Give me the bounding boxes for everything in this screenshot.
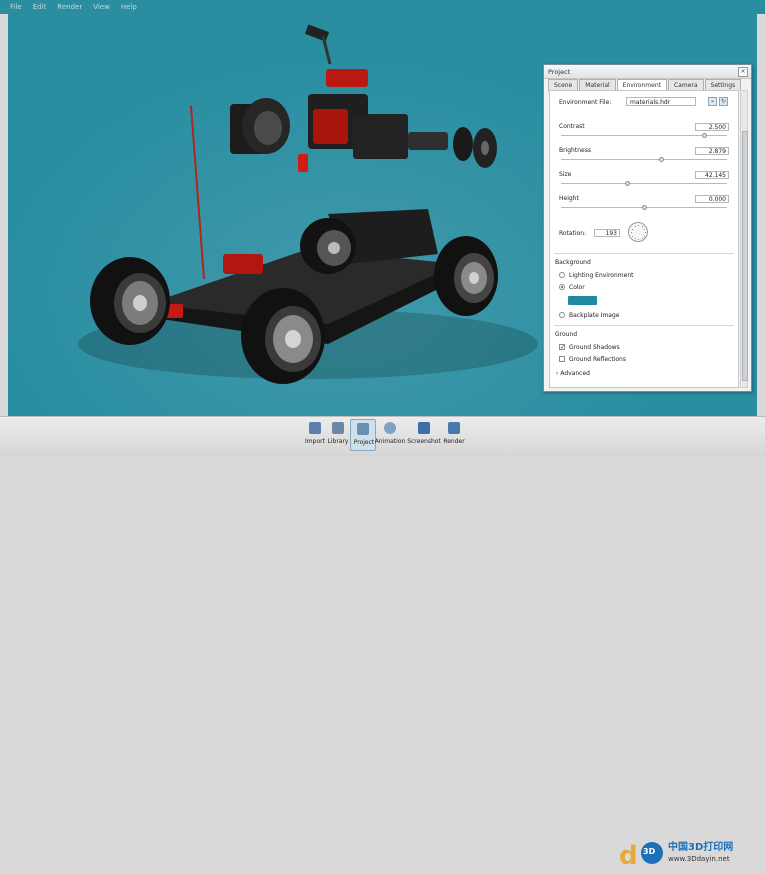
menu-render[interactable]: Render bbox=[57, 3, 82, 11]
panel-scrollbar[interactable] bbox=[740, 90, 748, 388]
contrast-slider-handle[interactable] bbox=[701, 133, 707, 138]
size-slider-handle[interactable] bbox=[625, 181, 631, 186]
watermark-logo: d 3D 中国3D打印网 www.3Ddayin.net bbox=[614, 834, 764, 872]
chevron-right-icon: › bbox=[556, 370, 559, 377]
brightness-label: Brightness bbox=[559, 147, 591, 154]
close-icon[interactable]: × bbox=[738, 67, 748, 77]
link-icon[interactable]: ⌁ bbox=[708, 97, 717, 106]
render-button[interactable]: Render bbox=[441, 419, 467, 451]
panel-titlebar[interactable]: Project × bbox=[544, 65, 751, 79]
height-value[interactable]: 0.000 bbox=[695, 195, 729, 203]
ground-reflections-checkbox[interactable] bbox=[559, 356, 565, 362]
advanced-toggle[interactable]: › Advanced bbox=[556, 370, 590, 377]
dial-tick bbox=[644, 235, 646, 237]
backplate-image-label: Backplate Image bbox=[569, 312, 620, 319]
dial-tick bbox=[631, 235, 633, 237]
bottom-toolbar: Import Library Project Animation Screens… bbox=[0, 416, 765, 871]
menu-view[interactable]: View bbox=[93, 3, 110, 11]
ground-shadows-label: Ground Shadows bbox=[569, 344, 620, 351]
dial-tick bbox=[631, 232, 632, 233]
divider bbox=[554, 253, 734, 254]
panel-title: Project bbox=[548, 68, 571, 76]
ground-shadows-checkbox[interactable]: ✓ bbox=[559, 344, 565, 351]
watermark-title: 中国3D打印网 bbox=[668, 842, 734, 853]
size-value[interactable]: 42.145 bbox=[695, 171, 729, 179]
screenshot-button[interactable]: Screenshot bbox=[407, 419, 441, 451]
brightness-slider[interactable] bbox=[561, 159, 727, 160]
environment-file-label: Environment File: bbox=[559, 99, 612, 106]
lighting-environment-label: Lighting Environment bbox=[569, 272, 634, 279]
animation-icon bbox=[384, 422, 396, 434]
background-heading: Background bbox=[555, 259, 591, 266]
watermark-url: www.3Ddayin.net bbox=[668, 855, 730, 863]
rotation-label: Rotation: bbox=[559, 230, 587, 237]
rotation-dial[interactable] bbox=[628, 222, 648, 242]
size-label: Size bbox=[559, 171, 572, 178]
menu-file[interactable]: File bbox=[10, 3, 22, 11]
panel-tabs: Scene Material Environment Camera Settin… bbox=[548, 79, 742, 92]
dial-tick bbox=[631, 228, 633, 230]
svg-text:d: d bbox=[619, 841, 638, 871]
project-panel: Project × Scene Material Environment Cam… bbox=[543, 64, 752, 392]
radio-lighting-environment[interactable] bbox=[559, 272, 565, 278]
dial-tick bbox=[634, 238, 636, 240]
import-icon bbox=[309, 422, 321, 434]
library-icon bbox=[332, 422, 344, 434]
scrollbar-thumb[interactable] bbox=[742, 131, 748, 381]
divider bbox=[554, 325, 734, 326]
background-color-swatch[interactable] bbox=[568, 296, 597, 305]
size-slider[interactable] bbox=[561, 183, 727, 184]
dial-tick bbox=[645, 232, 646, 233]
screenshot-icon bbox=[418, 422, 430, 434]
animation-button[interactable]: Animation bbox=[375, 419, 405, 451]
color-label: Color bbox=[569, 284, 585, 291]
dial-tick bbox=[644, 228, 646, 230]
radio-color[interactable] bbox=[559, 284, 565, 290]
dial-tick bbox=[641, 225, 643, 227]
contrast-value[interactable]: 2.500 bbox=[695, 123, 729, 131]
height-slider-handle[interactable] bbox=[642, 205, 647, 210]
brightness-slider-handle[interactable] bbox=[658, 157, 664, 162]
rotation-value[interactable]: 193 bbox=[594, 229, 620, 237]
ground-heading: Ground bbox=[555, 331, 578, 338]
dial-tick bbox=[634, 225, 636, 227]
ground-reflections-label: Ground Reflections bbox=[569, 356, 626, 363]
project-button[interactable]: Project bbox=[350, 419, 376, 451]
contrast-label: Contrast bbox=[559, 123, 585, 130]
render-label: Render bbox=[443, 438, 465, 445]
brightness-value[interactable]: 2.879 bbox=[695, 147, 729, 155]
menu-edit[interactable]: Edit bbox=[33, 3, 47, 11]
watermark-badge: 3D bbox=[643, 847, 656, 856]
render-icon bbox=[448, 422, 460, 434]
library-button[interactable]: Library bbox=[325, 419, 351, 451]
dial-tick bbox=[638, 239, 639, 240]
environment-settings: Environment File: materials.hdr ⌁ ↻ Cont… bbox=[549, 90, 739, 388]
height-label: Height bbox=[559, 195, 579, 202]
dial-tick bbox=[641, 238, 643, 240]
radio-backplate-image[interactable] bbox=[559, 312, 565, 318]
menu-help[interactable]: Help bbox=[121, 3, 137, 11]
menu-bar: File Edit Render View Help bbox=[0, 0, 765, 14]
refresh-icon[interactable]: ↻ bbox=[719, 97, 728, 106]
environment-file-field[interactable]: materials.hdr bbox=[626, 97, 696, 106]
dial-tick bbox=[638, 225, 639, 226]
project-icon bbox=[357, 423, 369, 435]
advanced-label: Advanced bbox=[560, 370, 590, 377]
